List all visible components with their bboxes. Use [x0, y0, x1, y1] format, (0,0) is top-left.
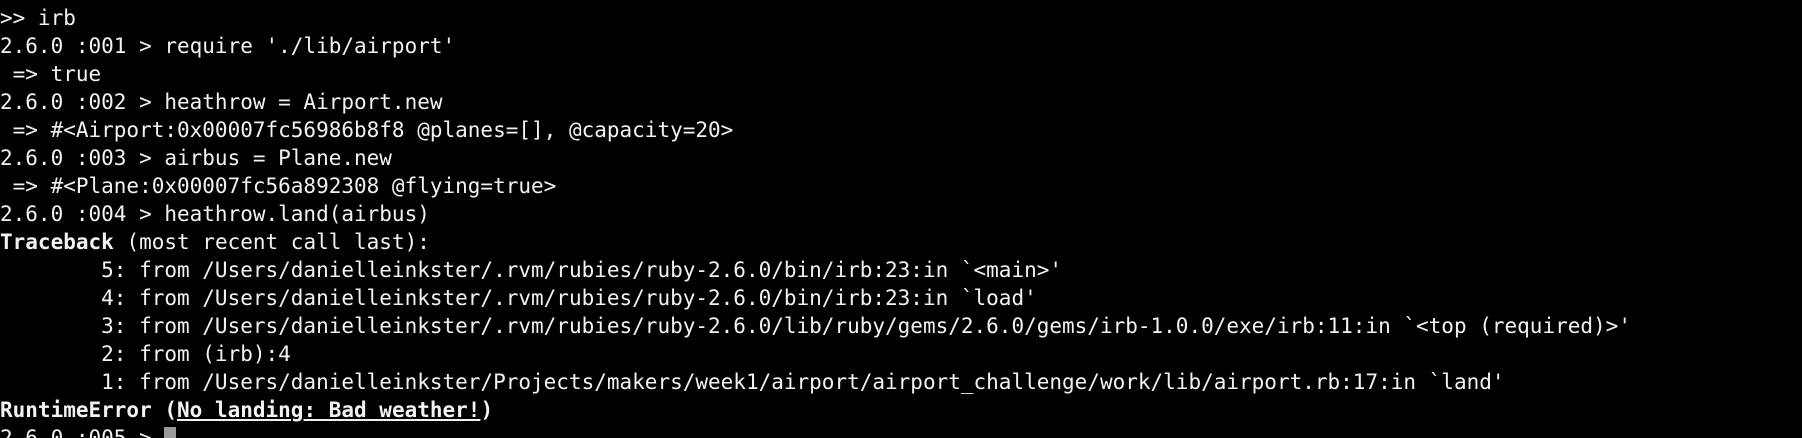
traceback-header: Traceback (most recent call last): — [0, 228, 1802, 256]
irb-output-line: => #<Airport:0x00007fc56986b8f8 @planes=… — [0, 118, 734, 142]
text-cursor — [164, 426, 177, 438]
traceback-header-rest: (most recent call last): — [113, 230, 430, 254]
irb-input-line: 2.6.0 :003 > airbus = Plane.new — [0, 146, 392, 170]
error-line: RuntimeError (No landing: Bad weather!) — [0, 396, 1802, 424]
terminal-window[interactable]: >> irb 2.6.0 :001 > require './lib/airpo… — [0, 4, 1802, 438]
error-message: No landing: Bad weather! — [177, 398, 481, 422]
error-class: RuntimeError ( — [0, 398, 178, 422]
traceback-label: Traceback — [0, 230, 114, 254]
irb-input-line: 2.6.0 :004 > heathrow.land(airbus) — [0, 202, 430, 226]
traceback-frame: 2: from (irb):4 — [0, 342, 291, 366]
traceback-frame: 5: from /Users/danielleinkster/.rvm/rubi… — [0, 258, 1063, 282]
irb-input-line: 2.6.0 :002 > heathrow = Airport.new — [0, 90, 443, 114]
irb-input-line: 2.6.0 :001 > require './lib/airport' — [0, 34, 456, 58]
irb-prompt: 2.6.0 :005 > — [0, 426, 165, 438]
shell-command-line: >> irb — [0, 6, 76, 30]
irb-prompt-line[interactable]: 2.6.0 :005 > — [0, 424, 1802, 438]
traceback-frame: 3: from /Users/danielleinkster/.rvm/rubi… — [0, 314, 1631, 338]
traceback-frame: 4: from /Users/danielleinkster/.rvm/rubi… — [0, 286, 1037, 310]
irb-output-line: => #<Plane:0x00007fc56a892308 @flying=tr… — [0, 174, 557, 198]
irb-output-line: => true — [0, 62, 102, 86]
error-close: ) — [480, 398, 494, 422]
traceback-frame: 1: from /Users/danielleinkster/Projects/… — [0, 370, 1505, 394]
